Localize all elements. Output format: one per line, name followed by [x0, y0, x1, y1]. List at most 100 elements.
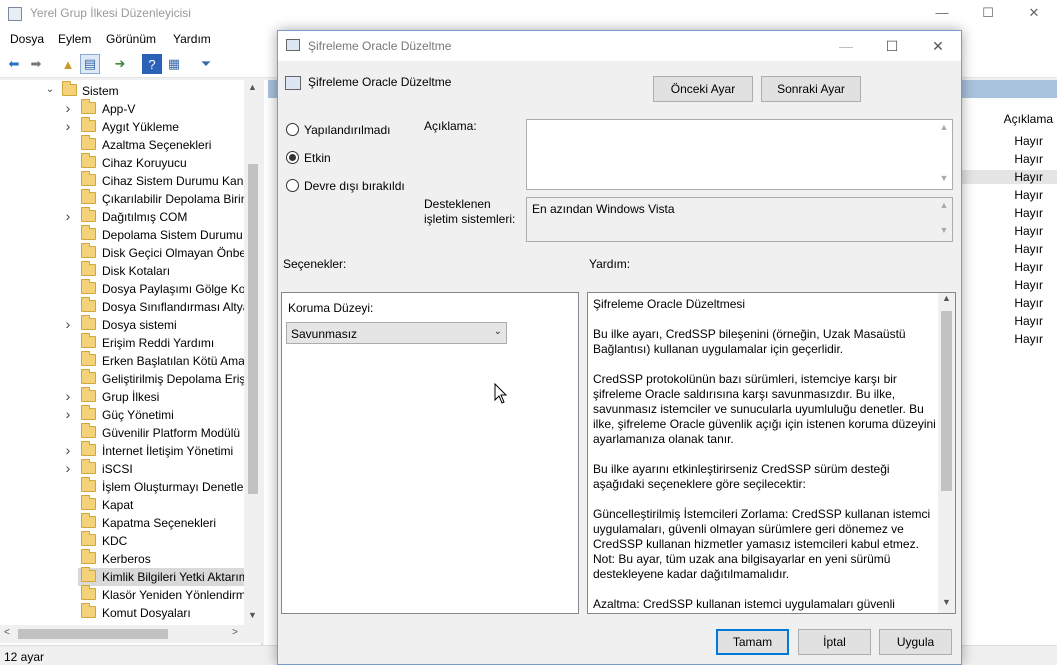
minimize-icon[interactable]: —: [919, 0, 965, 28]
setting-state[interactable]: Hayır: [1014, 296, 1043, 310]
filter-icon[interactable]: ⏷: [196, 54, 216, 74]
tree-item[interactable]: › Aygıt Yükleme: [0, 117, 261, 136]
help-icon[interactable]: ?: [142, 54, 162, 74]
export-list-icon[interactable]: ➜: [110, 54, 130, 74]
tree-vertical-scrollbar[interactable]: ▲ ▼: [244, 80, 262, 625]
menu-gorunum[interactable]: Görünüm: [106, 32, 156, 46]
scroll-down-icon[interactable]: ▼: [936, 225, 952, 239]
chevron-right-icon[interactable]: ›: [62, 388, 74, 404]
protection-level-dropdown[interactable]: Savunmasız ⌄: [286, 322, 507, 344]
chevron-right-icon[interactable]: ›: [62, 316, 74, 332]
scroll-up-icon[interactable]: ▲: [936, 200, 952, 214]
setting-state[interactable]: Hayır: [1014, 224, 1043, 238]
tree-item[interactable]: Klasör Yeniden Yönlendirm: [0, 585, 261, 604]
comment-textarea[interactable]: ▲ ▼: [526, 119, 953, 190]
tree-item[interactable]: Kerberos: [0, 549, 261, 568]
tree-item[interactable]: İşlem Oluşturmayı Denetle: [0, 477, 261, 496]
scroll-down-icon[interactable]: ▼: [938, 597, 955, 613]
menu-yardim[interactable]: Yardım: [173, 32, 211, 46]
tree-item[interactable]: › Grup İlkesi: [0, 387, 261, 406]
tree-item[interactable]: Dosya Sınıflandırması Altya: [0, 297, 261, 316]
setting-state[interactable]: Hayır: [1014, 188, 1043, 202]
scroll-up-icon[interactable]: ▲: [248, 82, 257, 92]
tree-item[interactable]: › App-V: [0, 99, 261, 118]
radio-enabled[interactable]: [286, 151, 299, 164]
column-header-comment[interactable]: Açıklama: [1004, 112, 1053, 126]
chevron-right-icon[interactable]: ›: [62, 460, 74, 476]
up-folder-icon[interactable]: ▲: [58, 54, 78, 74]
maximize-icon[interactable]: ☐: [869, 31, 915, 61]
chevron-right-icon[interactable]: ›: [62, 100, 74, 116]
ok-button[interactable]: Tamam: [716, 629, 789, 655]
radio-enabled-label[interactable]: Etkin: [304, 151, 331, 165]
setting-state[interactable]: Hayır: [1014, 314, 1043, 328]
next-setting-button[interactable]: Sonraki Ayar: [761, 76, 861, 102]
tree-item[interactable]: Güvenilir Platform Modülü: [0, 423, 261, 442]
tree-item[interactable]: Erken Başlatılan Kötü Amaç: [0, 351, 261, 370]
chevron-right-icon[interactable]: ›: [62, 208, 74, 224]
tree-item[interactable]: Çıkarılabilir Depolama Birin: [0, 189, 261, 208]
tree-item[interactable]: Kapatma Seçenekleri: [0, 513, 261, 532]
scroll-thumb[interactable]: [18, 629, 168, 639]
scroll-up-icon[interactable]: ▲: [936, 122, 952, 136]
radio-disabled-label[interactable]: Devre dışı bırakıldı: [304, 179, 405, 193]
scroll-up-icon[interactable]: ▲: [938, 293, 955, 309]
tree-item[interactable]: › iSCSI: [0, 459, 261, 478]
tree-item[interactable]: › Dosya sistemi: [0, 315, 261, 334]
forward-arrow-icon[interactable]: ➡: [26, 54, 46, 74]
tree-item[interactable]: Cihaz Koruyucu: [0, 153, 261, 172]
scroll-left-icon[interactable]: <: [4, 627, 10, 638]
supported-os-scrollbar[interactable]: ▲ ▼: [936, 198, 952, 241]
tree-item[interactable]: Kimlik Bilgileri Yetki Aktarım: [78, 567, 261, 586]
radio-not-configured[interactable]: [286, 123, 299, 136]
help-scrollbar[interactable]: ▲ ▼: [938, 293, 955, 613]
previous-setting-button[interactable]: Önceki Ayar: [653, 76, 753, 102]
chevron-right-icon[interactable]: ›: [62, 406, 74, 422]
cancel-button[interactable]: İptal: [798, 629, 871, 655]
setting-state[interactable]: Hayır: [1014, 242, 1043, 256]
tree-item[interactable]: Kapat: [0, 495, 261, 514]
chevron-down-icon[interactable]: ⌄: [44, 84, 56, 98]
setting-state[interactable]: Hayır: [1014, 260, 1043, 274]
chevron-right-icon[interactable]: ›: [62, 442, 74, 458]
close-icon[interactable]: ✕: [915, 31, 961, 61]
tree-item-sistem[interactable]: ⌄ Sistem: [0, 81, 261, 100]
setting-state[interactable]: Hayır: [1014, 134, 1043, 148]
tree-item[interactable]: › Dağıtılmış COM: [0, 207, 261, 226]
tree-item[interactable]: Disk Kotaları: [0, 261, 261, 280]
tree-item[interactable]: Azaltma Seçenekleri: [0, 135, 261, 154]
show-hide-tree-icon[interactable]: ▤: [80, 54, 100, 74]
apply-button[interactable]: Uygula: [879, 629, 952, 655]
tree-item[interactable]: Geliştirilmiş Depolama Erişi: [0, 369, 261, 388]
close-icon[interactable]: ✕: [1011, 0, 1057, 28]
comment-scrollbar[interactable]: ▲ ▼: [936, 120, 952, 189]
setting-state[interactable]: Hayır: [1014, 152, 1043, 166]
tree-item[interactable]: Disk Geçici Olmayan Önbel: [0, 243, 261, 262]
maximize-icon[interactable]: ☐: [965, 0, 1011, 28]
tree-item[interactable]: Depolama Sistem Durumu: [0, 225, 261, 244]
tree-item[interactable]: KDC: [0, 531, 261, 550]
radio-disabled[interactable]: [286, 179, 299, 192]
scroll-thumb[interactable]: [941, 311, 952, 491]
tree-item[interactable]: Cihaz Sistem Durumu Kanıt: [0, 171, 261, 190]
scroll-thumb[interactable]: [248, 164, 258, 494]
chevron-right-icon[interactable]: ›: [62, 118, 74, 134]
menu-eylem[interactable]: Eylem: [58, 32, 91, 46]
properties-icon[interactable]: ▦: [164, 54, 184, 74]
tree-item[interactable]: Erişim Reddi Yardımı: [0, 333, 261, 352]
back-arrow-icon[interactable]: ⬅: [4, 54, 24, 74]
scroll-down-icon[interactable]: ▼: [248, 610, 257, 620]
setting-state[interactable]: Hayır: [1014, 278, 1043, 292]
scroll-right-icon[interactable]: >: [232, 627, 238, 638]
scroll-down-icon[interactable]: ▼: [936, 173, 952, 187]
menu-dosya[interactable]: Dosya: [10, 32, 44, 46]
radio-not-configured-label[interactable]: Yapılandırılmadı: [304, 123, 391, 137]
tree-item[interactable]: › Güç Yönetimi: [0, 405, 261, 424]
setting-state[interactable]: Hayır: [1014, 206, 1043, 220]
setting-state[interactable]: Hayır: [1014, 332, 1043, 346]
setting-state[interactable]: Hayır: [962, 170, 1057, 184]
tree-horizontal-scrollbar[interactable]: < >: [0, 625, 262, 643]
tree-item[interactable]: Dosya Paylaşımı Gölge Kop: [0, 279, 261, 298]
tree-item[interactable]: › İnternet İletişim Yönetimi: [0, 441, 261, 460]
tree-item[interactable]: Komut Dosyaları: [0, 603, 261, 622]
